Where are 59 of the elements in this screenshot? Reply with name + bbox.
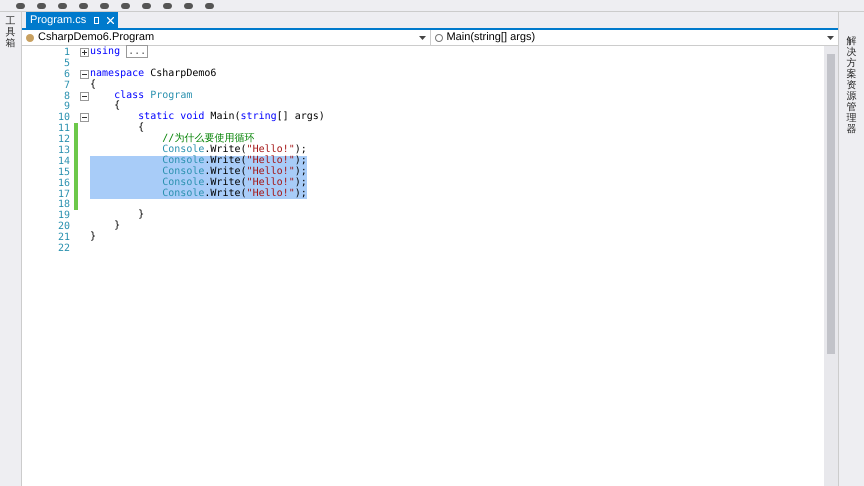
line-number: 14 <box>56 154 71 168</box>
code-line: static void Main(string[] args) <box>137 112 325 122</box>
expand-icon[interactable] <box>80 48 88 57</box>
collapse-icon[interactable] <box>80 70 88 79</box>
scroll-thumb[interactable] <box>827 54 835 354</box>
line-number: 5 <box>62 56 71 70</box>
line-number: 9 <box>62 100 71 112</box>
code-line: using ... <box>90 47 148 58</box>
line-number: 16 <box>56 176 71 190</box>
vertical-scrollbar[interactable] <box>824 46 838 486</box>
line-number: 17 <box>56 188 71 200</box>
code-line: class Program <box>113 90 192 101</box>
line-number: 19 <box>56 209 71 222</box>
line-number: 10 <box>56 111 71 124</box>
line-number: 15 <box>56 166 71 178</box>
method-icon <box>434 34 442 42</box>
caret-icon <box>418 36 426 40</box>
line-number: 11 <box>56 122 71 134</box>
code-line: } <box>90 232 96 244</box>
line-number: 1 <box>62 46 71 58</box>
line-number: 7 <box>62 78 71 92</box>
line-number: 22 <box>56 242 71 256</box>
code-line: { <box>90 80 96 91</box>
code-line: //为什么要使用循环 <box>161 134 254 144</box>
toolbar-icon[interactable] <box>16 2 25 8</box>
caret-icon <box>827 36 834 40</box>
toolbar-icon[interactable] <box>121 2 130 8</box>
toolbox-tab[interactable]: 工具箱 <box>6 16 16 49</box>
toolbar-icon[interactable] <box>79 2 88 8</box>
document-tab[interactable]: Program.cs <box>26 12 118 28</box>
class-dropdown[interactable]: CsharpDemo6.Program <box>22 30 430 45</box>
solution-explorer-tab[interactable]: 解决方案资源管理器 <box>846 36 856 135</box>
toolbar-icon[interactable] <box>100 2 109 8</box>
close-icon[interactable] <box>107 16 114 24</box>
collapse-icon[interactable] <box>80 92 88 100</box>
toolbar-icon[interactable] <box>184 2 193 8</box>
code-line: { <box>113 101 120 112</box>
toolbar-icon[interactable] <box>37 2 46 8</box>
line-number: 6 <box>62 68 71 80</box>
member-dropdown[interactable]: Main(string[] args) <box>430 30 838 45</box>
code-line: namespace CsharpDemo6 <box>90 68 216 79</box>
line-number: 21 <box>56 231 71 244</box>
line-number: 12 <box>56 133 71 146</box>
collapse-icon[interactable] <box>80 113 88 122</box>
toolbar-icon[interactable] <box>205 2 214 8</box>
pin-icon[interactable] <box>94 16 100 24</box>
line-number: 18 <box>56 198 71 210</box>
code-line: { <box>137 123 144 134</box>
line-number: 20 <box>56 220 71 232</box>
toolbar-icon[interactable] <box>58 2 67 8</box>
class-icon <box>26 34 34 42</box>
line-number: 13 <box>56 144 71 156</box>
code-line: Console.Write("Hello!"); <box>161 145 307 156</box>
toolbar-icon[interactable] <box>142 2 151 8</box>
code-line: } <box>113 221 120 232</box>
code-line: } <box>137 210 144 222</box>
tab-label: Program.cs <box>30 12 86 28</box>
toolbar-icon[interactable] <box>163 2 172 8</box>
line-number: 8 <box>62 90 71 102</box>
